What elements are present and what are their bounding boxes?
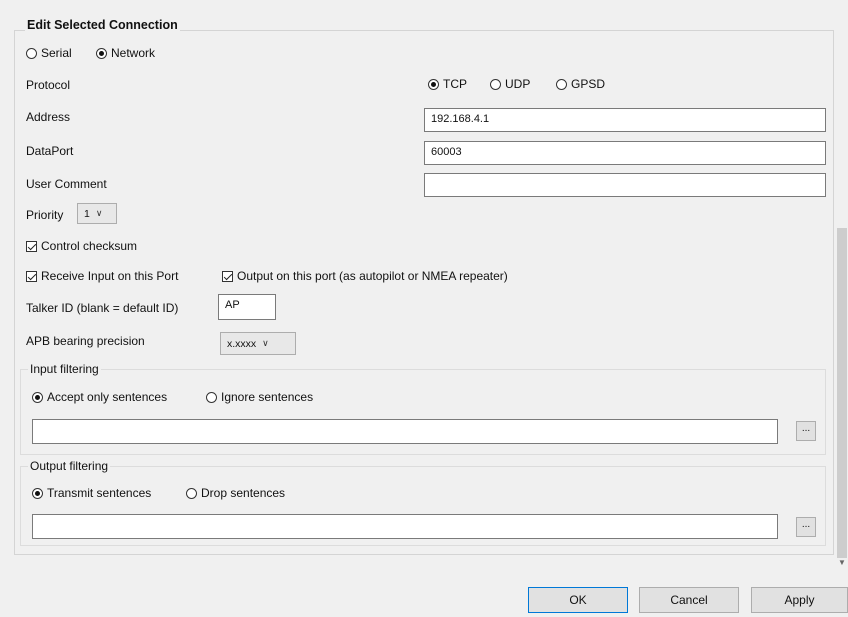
transmit-sentences-label: Transmit sentences xyxy=(47,486,152,500)
network-radio-label: Network xyxy=(111,46,156,60)
receive-input-check-icon xyxy=(26,270,37,282)
network-radio-icon xyxy=(96,47,107,59)
dataport-label: DataPort xyxy=(26,144,74,158)
protocol-label: Protocol xyxy=(26,78,71,92)
gpsd-radio[interactable]: GPSD xyxy=(556,77,605,91)
udp-radio[interactable]: UDP xyxy=(490,77,530,91)
chevron-down-icon: ∨ xyxy=(262,338,269,348)
input-filter-browse-button[interactable]: ... xyxy=(796,421,816,441)
edit-connection-title: Edit Selected Connection xyxy=(25,18,180,32)
input-filter-input[interactable] xyxy=(32,419,778,444)
network-radio[interactable]: Network xyxy=(96,46,155,60)
priority-select[interactable]: 1 ∨ xyxy=(77,203,117,224)
apb-precision-label: APB bearing precision xyxy=(26,334,145,348)
talker-id-label: Talker ID (blank = default ID) xyxy=(26,301,179,315)
accept-sentences-radio-icon xyxy=(32,391,43,403)
scroll-down-arrow-icon[interactable]: ▼ xyxy=(838,558,846,567)
priority-label: Priority xyxy=(26,208,64,222)
udp-radio-icon xyxy=(490,78,501,90)
input-filtering-title: Input filtering xyxy=(28,362,101,376)
dataport-input[interactable]: 60003 xyxy=(424,141,826,165)
gpsd-radio-icon xyxy=(556,78,567,90)
control-checksum-checkbox[interactable]: Control checksum xyxy=(26,239,137,253)
output-port-checkbox[interactable]: Output on this port (as autopilot or NME… xyxy=(222,269,508,283)
address-label: Address xyxy=(26,110,71,124)
output-port-label: Output on this port (as autopilot or NME… xyxy=(237,269,508,283)
chevron-down-icon: ∨ xyxy=(95,208,103,218)
output-port-check-icon xyxy=(222,270,233,282)
ignore-sentences-radio-icon xyxy=(206,391,217,403)
transmit-sentences-radio[interactable]: Transmit sentences xyxy=(32,486,151,500)
output-filter-input[interactable] xyxy=(32,514,778,539)
serial-radio-icon xyxy=(26,47,37,59)
scrollbar-thumb[interactable] xyxy=(837,228,847,558)
tcp-radio-label: TCP xyxy=(443,77,467,91)
control-checksum-label: Control checksum xyxy=(41,239,138,253)
receive-input-checkbox[interactable]: Receive Input on this Port xyxy=(26,269,178,283)
tcp-radio-icon xyxy=(428,78,439,90)
priority-value: 1 xyxy=(84,207,90,220)
apb-precision-select[interactable]: x.xxxx ∨ xyxy=(220,332,296,355)
drop-sentences-radio-icon xyxy=(186,487,197,499)
ok-button[interactable]: OK xyxy=(528,587,628,613)
output-filter-browse-button[interactable]: ... xyxy=(796,517,816,537)
drop-sentences-radio[interactable]: Drop sentences xyxy=(186,486,285,500)
talker-id-input[interactable]: AP xyxy=(218,294,276,320)
accept-sentences-radio[interactable]: Accept only sentences xyxy=(32,390,167,404)
accept-sentences-label: Accept only sentences xyxy=(47,390,168,404)
user-comment-label: User Comment xyxy=(26,177,107,191)
drop-sentences-label: Drop sentences xyxy=(201,486,286,500)
udp-radio-label: UDP xyxy=(505,77,531,91)
serial-radio[interactable]: Serial xyxy=(26,46,72,60)
serial-radio-label: Serial xyxy=(41,46,72,60)
tcp-radio[interactable]: TCP xyxy=(428,77,467,91)
receive-input-label: Receive Input on this Port xyxy=(41,269,179,283)
transmit-sentences-radio-icon xyxy=(32,487,43,499)
output-filtering-title: Output filtering xyxy=(28,459,111,473)
apb-precision-value: x.xxxx xyxy=(227,337,257,350)
ignore-sentences-radio[interactable]: Ignore sentences xyxy=(206,390,313,404)
cancel-button[interactable]: Cancel xyxy=(639,587,739,613)
ignore-sentences-label: Ignore sentences xyxy=(221,390,314,404)
control-checksum-check-icon xyxy=(26,240,37,252)
apply-button[interactable]: Apply xyxy=(751,587,848,613)
user-comment-input[interactable] xyxy=(424,173,826,197)
gpsd-radio-label: GPSD xyxy=(571,77,606,91)
address-input[interactable]: 192.168.4.1 xyxy=(424,108,826,132)
